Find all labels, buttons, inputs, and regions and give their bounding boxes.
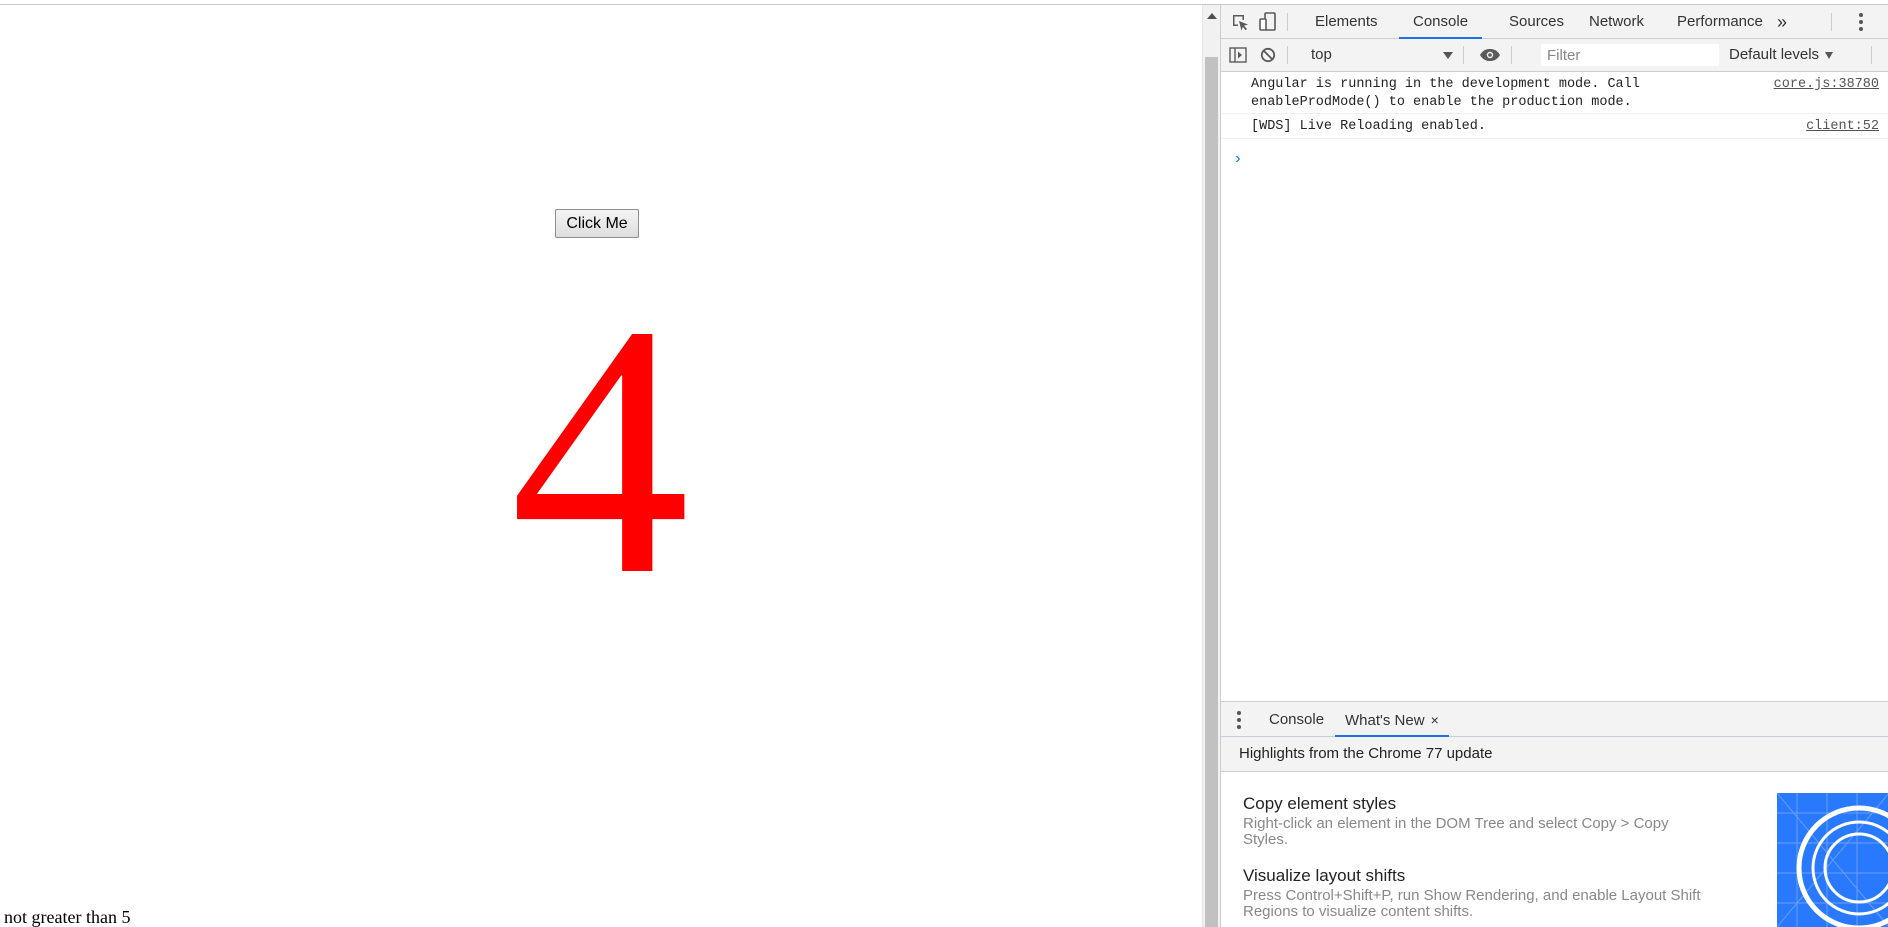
console-message-source-link[interactable]: client:52 — [1806, 118, 1879, 136]
toolbar-divider — [1287, 46, 1288, 64]
console-toolbar: top Default levels — [1221, 39, 1888, 72]
dropdown-arrow-icon — [1443, 52, 1453, 59]
drawer-tab-console[interactable]: Console — [1259, 702, 1334, 736]
page-scrollbar[interactable] — [1202, 5, 1220, 927]
toolbar-divider — [1287, 13, 1288, 31]
close-icon[interactable]: × — [1431, 712, 1439, 728]
tab-elements[interactable]: Elements — [1301, 5, 1392, 38]
whats-new-header: Highlights from the Chrome 77 update — [1221, 737, 1888, 772]
tab-sources[interactable]: Sources — [1495, 5, 1578, 38]
live-expression-eye-icon[interactable] — [1479, 45, 1501, 65]
console-output[interactable]: Angular is running in the development mo… — [1221, 72, 1888, 701]
console-prompt-chevron-icon[interactable]: › — [1233, 150, 1243, 168]
page-viewport: Click Me 4 not greater than 5 — [0, 5, 1202, 927]
scroll-thumb[interactable] — [1205, 57, 1218, 927]
more-tabs-icon[interactable]: » — [1771, 5, 1793, 38]
whats-new-item[interactable]: Visualize layout shifts Press Control+Sh… — [1243, 866, 1713, 920]
device-toolbar-icon[interactable] — [1257, 12, 1279, 32]
drawer-tab-whats-new[interactable]: What's New × — [1335, 702, 1449, 737]
whats-new-item-title: Copy element styles — [1243, 794, 1397, 813]
whats-new-thumbnail[interactable] — [1777, 793, 1888, 927]
devtools-tab-bar: Elements Console Sources Network Perform… — [1221, 5, 1888, 39]
tab-performance[interactable]: Performance — [1663, 5, 1777, 38]
console-message: [WDS] Live Reloading enabled. client:52 — [1221, 114, 1888, 139]
console-message-text: Angular is running in the development mo… — [1251, 77, 1648, 110]
drawer-tab-bar: Console What's New × — [1221, 701, 1888, 737]
devtools-panel: Elements Console Sources Network Perform… — [1220, 5, 1888, 927]
log-levels-label: Default levels — [1729, 46, 1820, 63]
console-filter-input[interactable] — [1541, 44, 1719, 66]
context-selector-value: top — [1311, 46, 1332, 63]
toolbar-divider — [1463, 46, 1464, 64]
console-message: Angular is running in the development mo… — [1221, 72, 1888, 114]
click-me-button[interactable]: Click Me — [555, 209, 639, 238]
drawer-menu-icon[interactable] — [1237, 711, 1241, 729]
tab-network[interactable]: Network — [1575, 5, 1658, 38]
whats-new-item[interactable]: Copy element styles Right-click an eleme… — [1243, 794, 1713, 848]
count-display: 4 — [510, 250, 690, 649]
whats-new-item-description: Press Control+Shift+P, run Show Renderin… — [1243, 887, 1701, 920]
log-levels-dropdown[interactable]: Default levels — [1729, 44, 1834, 66]
toolbar-divider — [1511, 46, 1512, 64]
show-sidebar-icon[interactable] — [1227, 45, 1249, 65]
toolbar-divider — [1871, 46, 1872, 64]
whats-new-item-title: Visualize layout shifts — [1243, 866, 1406, 885]
console-message-source-link[interactable]: core.js:38780 — [1774, 76, 1879, 94]
dropdown-arrow-icon — [1825, 51, 1834, 59]
inspect-element-icon[interactable] — [1229, 12, 1251, 32]
drawer-tab-label: What's New — [1345, 712, 1425, 729]
settings-menu-icon[interactable] — [1859, 13, 1863, 31]
tab-console[interactable]: Console — [1399, 5, 1483, 39]
clear-console-icon[interactable] — [1257, 45, 1279, 65]
status-message: not greater than 5 — [4, 907, 131, 927]
scroll-up-arrow-icon[interactable] — [1207, 13, 1217, 19]
toolbar-divider — [1831, 13, 1832, 31]
console-message-text: [WDS] Live Reloading enabled. — [1251, 119, 1486, 134]
context-selector[interactable]: top — [1311, 44, 1453, 66]
whats-new-item-description: Right-click an element in the DOM Tree a… — [1243, 815, 1669, 848]
whats-new-content: Copy element styles Right-click an eleme… — [1221, 772, 1888, 927]
